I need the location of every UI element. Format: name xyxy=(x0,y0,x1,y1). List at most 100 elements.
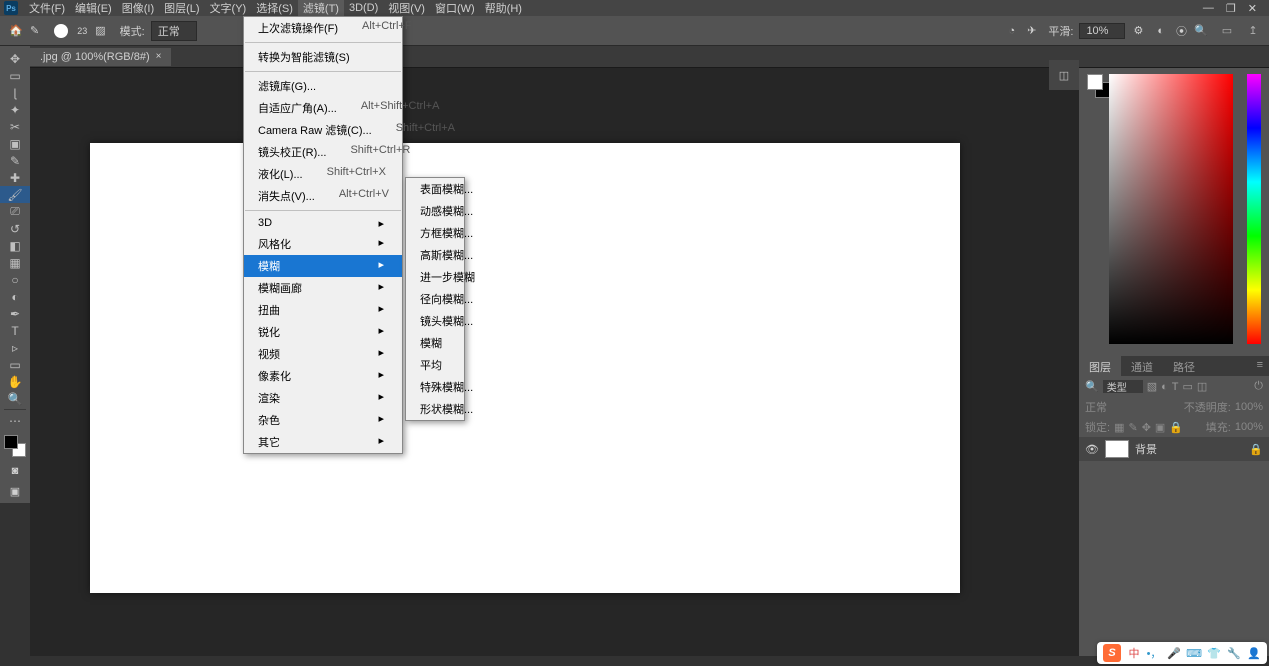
healing-brush-tool[interactable]: ✚ xyxy=(0,169,30,186)
eyedropper-tool[interactable]: ✎ xyxy=(0,152,30,169)
frame-tool[interactable]: ▣ xyxy=(0,135,30,152)
foreground-color-swatch[interactable] xyxy=(4,435,18,449)
workspace-switcher-icon[interactable]: ▭ xyxy=(1219,23,1235,39)
filter-pixel-icon[interactable]: ▧ xyxy=(1147,380,1157,393)
pressure-opacity-icon[interactable]: ◔ xyxy=(1009,25,1016,37)
channels-tab[interactable]: 通道 xyxy=(1121,356,1163,376)
pressure-size-icon[interactable]: ⦿ xyxy=(1176,23,1187,39)
menu-blur-gallery-sub[interactable]: 模糊画廊▸ xyxy=(244,277,402,299)
menu-last-filter[interactable]: 上次滤镜操作(F)Alt+Ctrl+F xyxy=(244,17,402,39)
brush-preview[interactable] xyxy=(51,21,71,41)
dodge-tool[interactable]: ◐ xyxy=(0,288,30,305)
shape-tool[interactable]: ▭ xyxy=(0,356,30,373)
menu-edit[interactable]: 编辑(E) xyxy=(70,0,117,16)
menu-vanishing-point[interactable]: 消失点(V)...Alt+Ctrl+V xyxy=(244,185,402,207)
ime-lang-toggle[interactable]: 中 xyxy=(1127,646,1141,660)
paths-tab[interactable]: 路径 xyxy=(1163,356,1205,376)
ime-tool-icon[interactable]: 🔧 xyxy=(1227,646,1241,660)
blur-motion[interactable]: 动感模糊... xyxy=(406,200,464,222)
blur-smart[interactable]: 特殊模糊... xyxy=(406,376,464,398)
blur-gaussian[interactable]: 高斯模糊... xyxy=(406,244,464,266)
hand-tool[interactable]: ✋ xyxy=(0,373,30,390)
lock-image-icon[interactable]: ✎ xyxy=(1128,421,1137,434)
ime-punct-icon[interactable]: •， xyxy=(1147,646,1161,660)
blur-tool[interactable]: ○ xyxy=(0,271,30,288)
panel-menu-icon[interactable]: ≡ xyxy=(1251,356,1269,376)
menu-filter[interactable]: 滤镜(T) xyxy=(298,0,344,16)
blur-shape[interactable]: 形状模糊... xyxy=(406,398,464,420)
fill-value[interactable]: 100% xyxy=(1235,421,1263,433)
menu-convert-smart[interactable]: 转换为智能滤镜(S) xyxy=(244,46,402,68)
menu-camera-raw[interactable]: Camera Raw 滤镜(C)...Shift+Ctrl+A xyxy=(244,119,402,141)
gradient-tool[interactable]: ▦ xyxy=(0,254,30,271)
menu-3d[interactable]: 3D(D) xyxy=(344,2,383,14)
layer-row[interactable]: 👁 背景 🔒 xyxy=(1079,437,1269,461)
marquee-tool[interactable]: ▭ xyxy=(0,67,30,84)
menu-noise-sub[interactable]: 杂色▸ xyxy=(244,409,402,431)
lasso-tool[interactable]: ɭ xyxy=(0,84,30,101)
menu-select[interactable]: 选择(S) xyxy=(251,0,298,16)
menu-type[interactable]: 文字(Y) xyxy=(205,0,252,16)
share-icon[interactable]: ↥ xyxy=(1245,23,1261,39)
lock-transparency-icon[interactable]: ▦ xyxy=(1114,421,1124,434)
brush-tool-icon[interactable]: ✎ xyxy=(30,24,39,37)
visibility-icon[interactable]: 👁 xyxy=(1085,442,1099,456)
history-brush-tool[interactable]: ↺ xyxy=(0,220,30,237)
filter-smart-icon[interactable]: ◫ xyxy=(1197,380,1207,393)
menu-video-sub[interactable]: 视频▸ xyxy=(244,343,402,365)
menu-filter-gallery[interactable]: 滤镜库(G)... xyxy=(244,75,402,97)
menu-render-sub[interactable]: 渲染▸ xyxy=(244,387,402,409)
blur-surface[interactable]: 表面模糊... xyxy=(406,178,464,200)
quick-select-tool[interactable]: ✦ xyxy=(0,101,30,118)
search-icon[interactable]: 🔍 xyxy=(1085,380,1099,393)
blend-mode-select[interactable]: 正常 xyxy=(1085,399,1107,415)
ime-mic-icon[interactable]: 🎤 xyxy=(1167,646,1181,660)
blur-average[interactable]: 平均 xyxy=(406,354,464,376)
edit-toolbar-icon[interactable]: ⋯ xyxy=(0,412,30,429)
blur-lens[interactable]: 镜头模糊... xyxy=(406,310,464,332)
document-canvas[interactable] xyxy=(90,143,960,593)
ime-user-icon[interactable]: 👤 xyxy=(1247,646,1261,660)
brush-tool[interactable]: 🖌 xyxy=(0,186,30,203)
home-icon[interactable]: 🏠 xyxy=(8,23,24,39)
menu-window[interactable]: 窗口(W) xyxy=(430,0,480,16)
blur-box[interactable]: 方框模糊... xyxy=(406,222,464,244)
ime-skin-icon[interactable]: 👕 xyxy=(1207,646,1221,660)
layers-tab[interactable]: 图层 xyxy=(1079,356,1121,376)
filter-toggle[interactable]: ⏻ xyxy=(1254,380,1263,393)
airbrush-icon[interactable]: ✈ xyxy=(1027,24,1036,37)
blur-blur[interactable]: 模糊 xyxy=(406,332,464,354)
foreground-background-colors[interactable] xyxy=(4,435,26,457)
filter-shape-icon[interactable]: ▭ xyxy=(1183,380,1193,393)
ime-keyboard-icon[interactable]: ⌨ xyxy=(1187,646,1201,660)
lock-all-icon[interactable]: 🔒 xyxy=(1169,421,1183,434)
hue-slider[interactable] xyxy=(1247,74,1261,344)
pen-tool[interactable]: ✒ xyxy=(0,305,30,322)
screen-mode-icon[interactable]: ▣ xyxy=(0,483,30,499)
close-tab-icon[interactable]: × xyxy=(156,51,162,62)
blur-radial[interactable]: 径向模糊... xyxy=(406,288,464,310)
restore-icon[interactable]: ❐ xyxy=(1226,2,1236,15)
strip-icon[interactable]: ◫ xyxy=(1049,64,1079,86)
quick-mask-icon[interactable]: ◙ xyxy=(0,463,30,479)
menu-view[interactable]: 视图(V) xyxy=(383,0,430,16)
menu-stylize-sub[interactable]: 风格化▸ xyxy=(244,233,402,255)
settings-gear-icon[interactable]: ⚙ xyxy=(1133,24,1143,37)
move-tool[interactable]: ✥ xyxy=(0,50,30,67)
menu-liquify[interactable]: 液化(L)...Shift+Ctrl+X xyxy=(244,163,402,185)
mode-select[interactable]: 正常 xyxy=(151,21,197,41)
crop-tool[interactable]: ✂ xyxy=(0,118,30,135)
blur-more[interactable]: 进一步模糊 xyxy=(406,266,464,288)
eraser-tool[interactable]: ◧ xyxy=(0,237,30,254)
lock-artboard-icon[interactable]: ▣ xyxy=(1155,421,1165,434)
close-icon[interactable]: ✕ xyxy=(1248,2,1257,15)
clone-stamp-tool[interactable]: ⎚ xyxy=(0,203,30,220)
menu-pixelate-sub[interactable]: 像素化▸ xyxy=(244,365,402,387)
lock-position-icon[interactable]: ✥ xyxy=(1142,421,1151,434)
type-tool[interactable]: T xyxy=(0,322,30,339)
menu-layer[interactable]: 图层(L) xyxy=(159,0,204,16)
menu-help[interactable]: 帮助(H) xyxy=(480,0,527,16)
opacity-value[interactable]: 100% xyxy=(1235,401,1263,413)
filter-adjust-icon[interactable]: ◐ xyxy=(1161,381,1168,393)
menu-image[interactable]: 图像(I) xyxy=(117,0,159,16)
